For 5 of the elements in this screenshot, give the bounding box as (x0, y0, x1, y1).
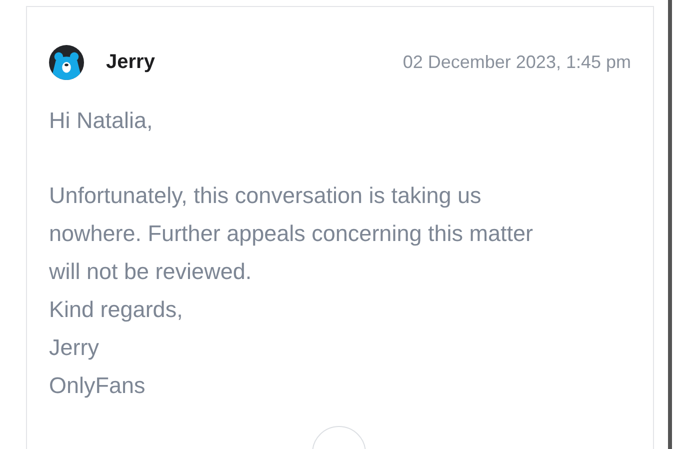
message-paragraph: Hi Natalia, (49, 107, 154, 135)
message-paragraph: Unfortunately, this conversation is taking us nowhere. Further appeals concerning this matter will not be reviewed. Kind regards, Jerry OnlyFans (49, 182, 534, 400)
sender-name: Jerry (106, 51, 155, 74)
message-timestamp: 02 December 2023, 1:45 pm (402, 52, 631, 73)
bear-avatar-icon (49, 45, 84, 80)
